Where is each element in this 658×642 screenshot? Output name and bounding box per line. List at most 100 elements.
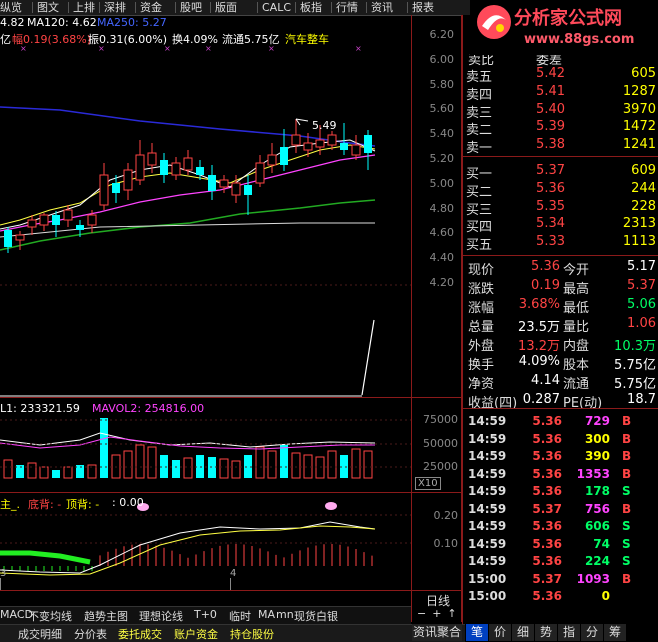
candle-body-up xyxy=(63,209,73,221)
kline-chart[interactable]: 5.49 × × × × × × xyxy=(0,15,411,590)
candle-body-down xyxy=(196,167,204,175)
stat-row: 涨幅 3.68% 最低 5.06 xyxy=(466,297,658,316)
divider xyxy=(462,255,658,256)
right-tab-7[interactable]: 筹 xyxy=(604,624,626,641)
tick-time: 14:59 xyxy=(468,554,507,568)
menu-item-11[interactable]: 报表 xyxy=(412,0,434,15)
menu-separator xyxy=(175,2,176,13)
date-tick xyxy=(230,578,231,590)
volume-bar-up xyxy=(327,450,337,479)
top-divergence: 顶背: - xyxy=(66,498,100,511)
dea-line xyxy=(0,525,376,576)
candle-body-up xyxy=(147,152,157,166)
volume-bar-up xyxy=(231,460,241,479)
menu-item-6[interactable]: 版面 xyxy=(215,0,237,15)
menu-item-7[interactable]: CALC xyxy=(262,0,291,15)
menu-item-3[interactable]: 深排 xyxy=(104,0,126,15)
right-tab-0[interactable]: 资讯聚合 xyxy=(412,624,462,641)
tick-price: 5.36 xyxy=(532,414,562,428)
stat-label: 流通 xyxy=(563,377,590,392)
stat-value: 0.287 xyxy=(522,392,560,407)
tick-row: 15:00 5.36 0 xyxy=(466,589,658,606)
tick-row: 14:59 5.36 390 B xyxy=(466,449,658,466)
menu-item-4[interactable]: 资金 xyxy=(140,0,162,15)
svg-text:×: × xyxy=(164,44,171,53)
indicator-tab-2[interactable]: 趋势主图 xyxy=(84,608,128,624)
right-tab-5[interactable]: 指 xyxy=(558,624,580,641)
macd-tick-label: 0.10 xyxy=(433,537,459,550)
stat-value: 5.36 xyxy=(531,259,560,274)
tick-price: 5.37 xyxy=(532,501,562,516)
tick-direction: S xyxy=(622,536,631,551)
tick-price: 5.36 xyxy=(532,466,562,481)
tick-direction: B xyxy=(622,571,632,586)
right-tab-3[interactable]: 细 xyxy=(512,624,534,641)
quote-price: 5.33 xyxy=(536,234,565,250)
indicator-tab-1[interactable]: 不变均线 xyxy=(28,608,72,624)
volume-bar-up xyxy=(363,450,373,479)
quote-price: 5.38 xyxy=(536,137,565,153)
tick-volume: 1093 xyxy=(576,571,610,586)
candle-body-up xyxy=(99,174,109,206)
volume-bar-up xyxy=(147,446,157,479)
bottom-tab-3[interactable]: 账户资金 xyxy=(174,626,218,642)
stat-label: 净资 xyxy=(468,377,495,392)
quote-price: 5.41 xyxy=(536,83,565,99)
indicator-tab-7[interactable]: mn xyxy=(276,608,294,621)
quote-level-label: 买二 xyxy=(466,184,493,200)
tick-row: 14:59 5.36 729 B xyxy=(466,414,658,431)
quote-volume: 1287 xyxy=(622,83,656,99)
stat-row: 换手 4.09% 股本 5.75亿 xyxy=(466,354,658,373)
stat-value: 4.14 xyxy=(531,373,560,388)
bottom-tab-4[interactable]: 持仓股份 xyxy=(230,626,274,642)
stat-value: 5.75亿 xyxy=(614,377,656,392)
tick-row: 15:00 5.37 1093 B xyxy=(466,572,658,589)
indicator-line xyxy=(361,319,375,396)
volume-bar-down xyxy=(100,418,108,478)
menu-item-1[interactable]: 图文 xyxy=(37,0,59,15)
stat-value: 5.17 xyxy=(627,259,656,274)
bottom-tab-1[interactable]: 分价表 xyxy=(74,626,107,642)
menu-item-0[interactable]: 纵览 xyxy=(0,0,22,15)
right-tab-4[interactable]: 势 xyxy=(535,624,557,641)
stat-label: 总量 xyxy=(468,320,495,335)
candle-body-up xyxy=(219,179,229,188)
stat-value: 4.09% xyxy=(518,354,560,369)
quote-price: 5.35 xyxy=(536,198,565,214)
volume-tick-label: 75000 xyxy=(423,413,458,426)
candle-body-up xyxy=(183,157,193,171)
menu-item-9[interactable]: 行情 xyxy=(336,0,358,15)
indicator-tab-3[interactable]: 理想论线 xyxy=(139,608,183,624)
quote-volume: 1472 xyxy=(622,119,656,135)
green-thick-line xyxy=(0,550,91,565)
quote-row: 买二 5.36 244 xyxy=(466,181,658,200)
right-tab-2[interactable]: 价 xyxy=(489,624,511,641)
tick-row: 14:59 5.36 606 S xyxy=(466,519,658,536)
indicator-tab-6[interactable]: MA xyxy=(258,608,275,621)
bottom-tab-2[interactable]: 委托成交 xyxy=(118,626,162,642)
svg-text:×: × xyxy=(268,44,275,53)
volume-bar-up xyxy=(27,462,37,479)
menu-item-10[interactable]: 资讯 xyxy=(371,0,393,15)
indicator-tab-5[interactable]: 临时 xyxy=(229,608,251,624)
stat-label: 股本 xyxy=(563,358,590,373)
indicator-tab-8[interactable]: 现货白银 xyxy=(294,608,338,624)
bottom-tab-0[interactable]: 成交明细 xyxy=(18,626,62,642)
candle-body-up xyxy=(27,219,37,228)
indicator-tab-4[interactable]: T+0 xyxy=(194,608,217,621)
tick-direction: B xyxy=(622,466,632,481)
svg-text:×: × xyxy=(355,44,362,53)
menu-item-8[interactable]: 板指 xyxy=(300,0,322,15)
volume-bar-down xyxy=(280,445,288,478)
tick-volume: 1353 xyxy=(576,466,610,481)
menu-item-2[interactable]: 上排 xyxy=(73,0,95,15)
right-tab-1[interactable]: 笔 xyxy=(466,624,488,641)
volume-bar-up xyxy=(39,466,49,479)
chart-axis-border xyxy=(411,15,412,622)
candle-body-down xyxy=(76,225,84,230)
menu-item-5[interactable]: 股吧 xyxy=(180,0,202,15)
price-tick-label: 5.80 xyxy=(429,77,455,91)
candle-body-down xyxy=(4,230,12,247)
menu-separator xyxy=(407,2,408,13)
right-tab-6[interactable]: 分 xyxy=(581,624,603,641)
